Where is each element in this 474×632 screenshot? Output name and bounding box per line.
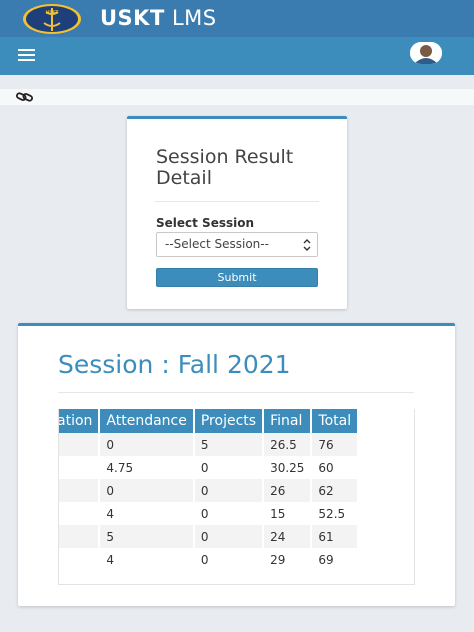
session-select[interactable]: --Select Session-- xyxy=(156,232,318,257)
table-cell: 52.5 xyxy=(311,502,360,525)
brand-suffix: LMS xyxy=(171,6,217,30)
col-total: Total xyxy=(311,409,360,433)
table-row: 4 0 15 52.5 xyxy=(59,502,360,525)
table-cell: 0 xyxy=(99,433,195,456)
app-brand: USKT LMS xyxy=(100,6,217,30)
table-cell xyxy=(59,502,101,525)
table-cell: 5 xyxy=(99,525,195,548)
card-title: Session Result Detail xyxy=(156,146,294,189)
table-cell: 60 xyxy=(311,456,360,479)
table-cell xyxy=(59,479,101,502)
table-row: 0 5 26.5 76 xyxy=(59,433,360,456)
table-row: 0 0 26 62 xyxy=(59,479,360,502)
session-title: Session : Fall 2021 xyxy=(58,350,291,379)
session-select-card: Session Result Detail Select Session --S… xyxy=(127,116,347,309)
table-cell xyxy=(59,525,101,548)
col-participation: Participation xyxy=(59,409,101,433)
breadcrumb-bar xyxy=(0,89,474,105)
table-cell: 69 xyxy=(311,548,360,571)
select-session-label: Select Session xyxy=(156,216,255,230)
hamburger-menu-icon[interactable] xyxy=(18,49,35,63)
divider xyxy=(58,392,414,393)
submit-button[interactable]: Submit xyxy=(156,268,318,287)
table-cell: 0 xyxy=(193,479,265,502)
table-cell: 4.75 xyxy=(99,456,195,479)
table-row: 4 0 29 69 xyxy=(59,548,360,571)
result-card: Session : Fall 2021 Participation Attend… xyxy=(18,323,455,606)
table-cell: 61 xyxy=(311,525,360,548)
table-cell: 24 xyxy=(263,525,313,548)
table-cell: 5 xyxy=(193,433,265,456)
table-cell xyxy=(59,433,101,456)
nav-bar xyxy=(0,37,474,75)
table-cell: 26.5 xyxy=(263,433,313,456)
table-cell: 76 xyxy=(311,433,360,456)
table-cell: 4 xyxy=(99,502,195,525)
table-cell: 0 xyxy=(193,525,265,548)
result-table: Participation Attendance Projects Final … xyxy=(59,409,360,571)
table-cell xyxy=(59,456,101,479)
user-avatar-icon[interactable] xyxy=(410,42,442,64)
table-cell: 26 xyxy=(263,479,313,502)
col-projects: Projects xyxy=(193,409,265,433)
top-header: USKT USKT LMS xyxy=(0,0,474,37)
table-cell: 29 xyxy=(263,548,313,571)
divider xyxy=(155,201,319,202)
session-select-value: --Select Session-- xyxy=(165,237,269,251)
link-icon[interactable] xyxy=(16,91,34,103)
table-cell: 0 xyxy=(193,456,265,479)
table-cell: 15 xyxy=(263,502,313,525)
university-logo-icon: USKT xyxy=(23,4,81,34)
table-cell: 0 xyxy=(193,548,265,571)
table-cell xyxy=(59,548,101,571)
table-row: 5 0 24 61 xyxy=(59,525,360,548)
select-arrows-icon xyxy=(303,239,311,251)
table-cell: 30.25 xyxy=(263,456,313,479)
table-cell: 62 xyxy=(311,479,360,502)
col-attendance: Attendance xyxy=(99,409,195,433)
table-cell: 0 xyxy=(99,479,195,502)
table-row: 4.75 0 30.25 60 xyxy=(59,456,360,479)
col-final: Final xyxy=(263,409,313,433)
result-table-scroll[interactable]: Participation Attendance Projects Final … xyxy=(58,409,415,585)
table-header-row: Participation Attendance Projects Final … xyxy=(59,409,360,433)
table-cell: 4 xyxy=(99,548,195,571)
brand-name: USKT xyxy=(100,6,165,30)
table-cell: 0 xyxy=(193,502,265,525)
svg-text:USKT: USKT xyxy=(46,10,60,16)
